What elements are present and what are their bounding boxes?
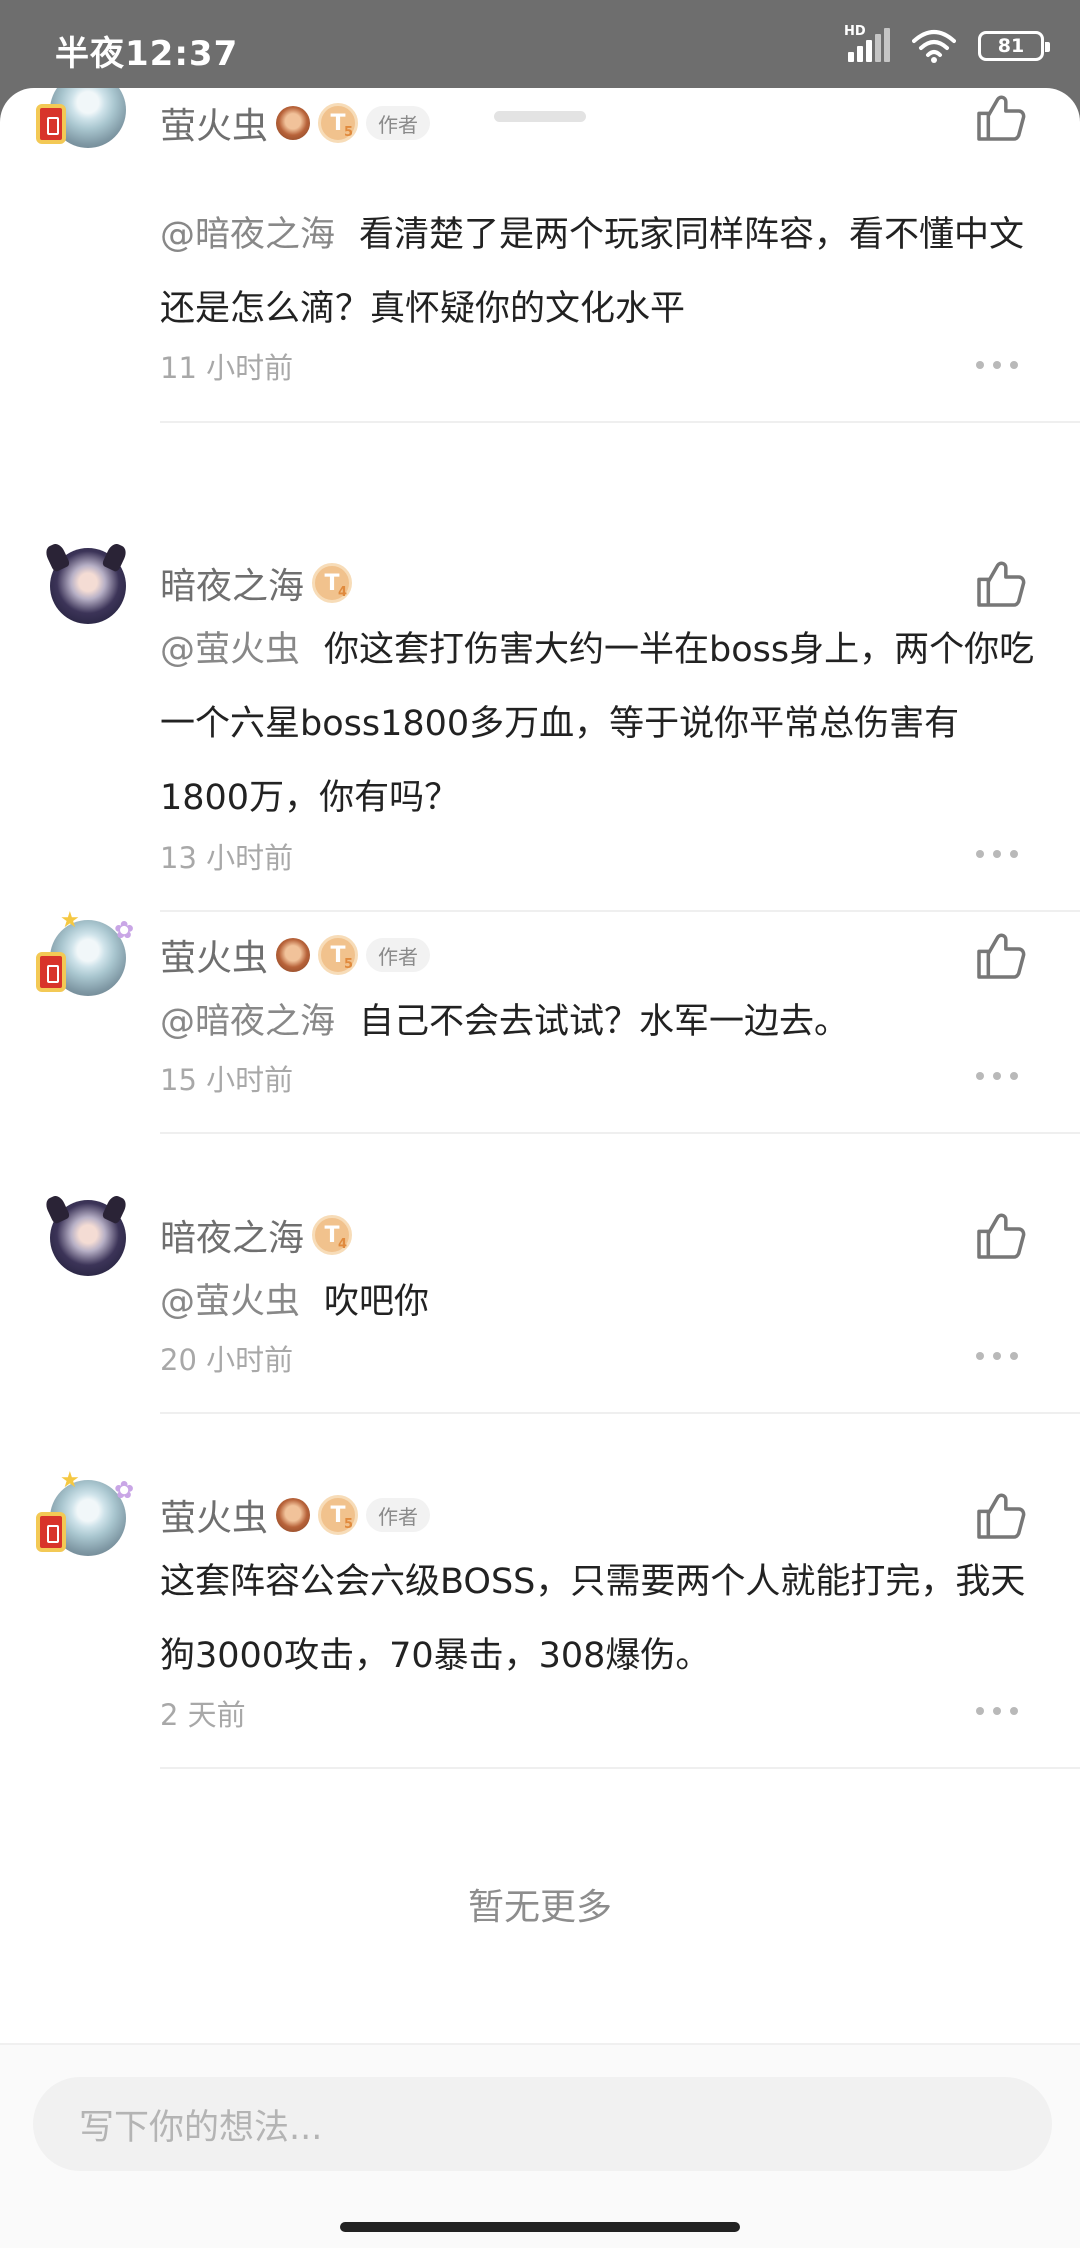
wifi-icon [912, 30, 956, 63]
drag-handle[interactable] [494, 111, 586, 122]
level-badge: T5 [318, 103, 359, 143]
avatar[interactable] [38, 538, 132, 632]
comment-header: 暗夜之海 T4 [160, 1209, 353, 1261]
more-dots-icon[interactable] [976, 1352, 1018, 1362]
comment-header: 暗夜之海 T4 [160, 557, 353, 609]
pet-icon [276, 938, 311, 972]
avatar[interactable]: ★ ✿ [36, 1470, 134, 1564]
signal-icon: HD [844, 24, 890, 64]
divider [160, 910, 1080, 912]
username[interactable]: 暗夜之海 [160, 557, 304, 609]
comment-header: 萤火虫 T5 作者 [160, 97, 431, 149]
username[interactable]: 暗夜之海 [160, 1209, 304, 1261]
avatar[interactable]: ★ ✿ [36, 910, 134, 1004]
comment-time: 15 小时前 [160, 1063, 294, 1097]
more-dots-icon[interactable] [976, 361, 1018, 371]
no-more-label: 暂无更多 [467, 1887, 612, 1928]
comment-text: 自己不会去试试？水军一边去。 [359, 1002, 850, 1042]
divider [160, 1132, 1080, 1134]
pet-icon [276, 1498, 311, 1532]
thumbs-up-icon[interactable] [972, 1208, 1028, 1264]
avatar[interactable] [38, 1190, 132, 1284]
comment-header: 萤火虫 T5 作者 [160, 1489, 431, 1541]
network-type-label: HD [844, 24, 866, 39]
comment-text: 这套阵容公会六级BOSS，只需要两个人就能打完，我天狗3000攻击，70暴击，3… [160, 1562, 1026, 1676]
mention-link[interactable]: @暗夜之海 [160, 1002, 335, 1042]
author-tag: 作者 [366, 106, 431, 140]
status-time: 半夜12:37 [55, 34, 239, 74]
comment-time: 20 小时前 [160, 1343, 294, 1377]
comment-body: @暗夜之海 看清楚了是两个玩家同样阵容，看不懂中文还是怎么滴？真怀疑你的文化水平 [160, 198, 1040, 346]
status-icons: HD 81 [844, 24, 1050, 66]
username[interactable]: 萤火虫 [160, 97, 268, 149]
battery-icon: 81 [978, 31, 1050, 61]
more-dots-icon[interactable] [976, 1707, 1018, 1717]
author-tag: 作者 [366, 1498, 431, 1532]
status-bar: 半夜12:37 HD 81 [0, 0, 1080, 90]
username[interactable]: 萤火虫 [160, 1489, 268, 1541]
divider [160, 421, 1080, 423]
thumbs-up-icon[interactable] [972, 928, 1028, 984]
pet-icon [276, 106, 311, 140]
home-indicator[interactable] [340, 2222, 740, 2232]
comment-header: 萤火虫 T5 作者 [160, 929, 431, 981]
avatar[interactable] [36, 88, 132, 156]
comment-body: @萤火虫 吹吧你 [160, 1265, 1040, 1339]
comment-sheet: 萤火虫 T5 作者 @暗夜之海 看清楚了是两个玩家同样阵容，看不懂中文还是怎么滴？… [0, 88, 1080, 2248]
author-tag: 作者 [366, 938, 431, 972]
comment-time: 2 天前 [160, 1698, 246, 1732]
comment-body: @萤火虫 你这套打伤害大约一半在boss身上，两个你吃一个六星boss1800多万… [160, 613, 1040, 835]
comment-time: 11 小时前 [160, 351, 294, 385]
username[interactable]: 萤火虫 [160, 929, 268, 981]
divider [160, 1767, 1080, 1769]
comment-time: 13 小时前 [160, 841, 294, 875]
more-dots-icon[interactable] [976, 850, 1018, 860]
comment-text: 吹吧你 [324, 1282, 430, 1322]
level-badge: T5 [318, 935, 359, 975]
comment-input-bar: 写下你的想法... [0, 2043, 1080, 2248]
level-badge: T5 [318, 1495, 359, 1535]
battery-level: 81 [997, 35, 1025, 57]
comment-input[interactable]: 写下你的想法... [33, 2077, 1052, 2171]
level-badge: T4 [312, 563, 353, 603]
divider [160, 1412, 1080, 1414]
level-badge: T4 [312, 1215, 353, 1255]
comment-body: @暗夜之海 自己不会去试试？水军一边去。 [160, 985, 1040, 1059]
thumbs-up-icon[interactable] [972, 556, 1028, 612]
thumbs-up-icon[interactable] [972, 1488, 1028, 1544]
thumbs-up-icon[interactable] [972, 90, 1028, 146]
comment-body: 这套阵容公会六级BOSS，只需要两个人就能打完，我天狗3000攻击，70暴击，3… [160, 1545, 1040, 1693]
mention-link[interactable]: @暗夜之海 [160, 215, 335, 255]
mention-link[interactable]: @萤火虫 [160, 630, 300, 670]
mention-link[interactable]: @萤火虫 [160, 1282, 300, 1322]
more-dots-icon[interactable] [976, 1072, 1018, 1082]
